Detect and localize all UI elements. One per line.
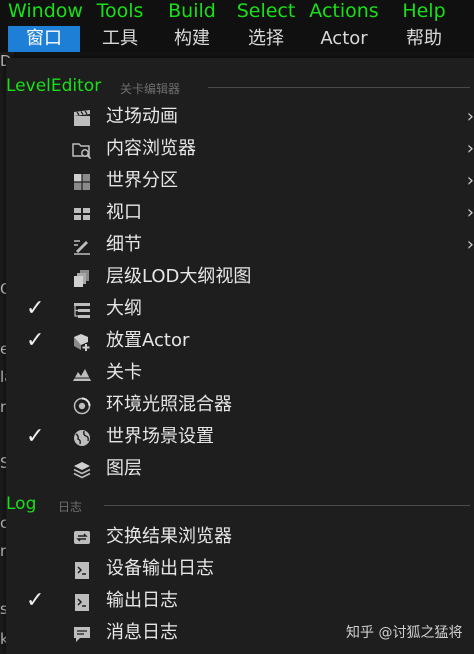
menu-item-outliner[interactable]: ✓ 大纲	[6, 294, 474, 325]
menu-item-label: 设备输出日志	[106, 558, 214, 579]
menu-item-label: 世界场景设置	[106, 426, 214, 447]
menu-item-label: 过场动画	[106, 106, 178, 127]
menu-item-label: 环境光照混合器	[106, 394, 232, 415]
menu-help-label-en: Help	[402, 0, 446, 22]
menu-item-label: 关卡	[106, 362, 142, 383]
interchange-icon	[74, 531, 90, 544]
menu-actions[interactable]: Actions Actor	[306, 0, 382, 52]
checkmark-icon: ✓	[26, 296, 45, 321]
viewport-icon	[74, 208, 90, 220]
checkmark-icon: ✓	[26, 328, 45, 353]
message-log-icon	[74, 627, 90, 642]
menu-item-label: 世界分区	[106, 170, 178, 191]
menu-item-levels[interactable]: 关卡	[6, 358, 474, 389]
menu-tools[interactable]: Tools 工具	[88, 0, 152, 52]
menu-select[interactable]: Select 选择	[232, 0, 300, 52]
layers-icon	[73, 462, 91, 479]
section-log: Log 日志	[6, 490, 474, 520]
menu-window[interactable]: Window 窗口	[8, 0, 83, 52]
menu-item-layers[interactable]: 图层	[6, 454, 474, 485]
menu-item-label: 放置Actor	[106, 330, 190, 351]
menu-build-label-en: Build	[168, 0, 216, 22]
menu-actions-label-en: Actions	[309, 0, 379, 22]
watermark: 知乎 @讨狐之猛将	[346, 625, 463, 641]
section-log-title: Log	[6, 494, 37, 514]
menu-build-label-cn: 构建	[174, 28, 210, 49]
place-actor-icon	[74, 334, 90, 351]
menu-window-label-en: Window	[8, 0, 83, 22]
clapperboard-icon	[74, 110, 90, 126]
menu-item-content-browser[interactable]: 内容浏览器 ›	[6, 134, 474, 165]
device-log-icon	[75, 562, 89, 579]
menu-item-label: 细节	[106, 234, 142, 255]
checkmark-icon: ✓	[26, 424, 45, 449]
world-settings-icon	[74, 430, 90, 446]
menu-item-label: 视口	[106, 202, 142, 223]
window-menu-dropdown: LevelEditor 关卡编辑器 过场动画 › 内容浏览器 › 世界分区 › …	[6, 58, 474, 654]
details-icon	[74, 240, 90, 255]
section-level-editor: LevelEditor 关卡编辑器	[6, 72, 474, 102]
world-partition-icon	[74, 174, 90, 190]
menu-item-hlod-outliner[interactable]: 层级LOD大纲视图	[6, 262, 474, 293]
menu-item-viewports[interactable]: 视口 ›	[6, 198, 474, 229]
section-level-editor-subtitle: 关卡编辑器	[120, 82, 181, 96]
section-log-subtitle: 日志	[58, 500, 83, 514]
menu-select-label-cn: 选择	[248, 28, 284, 49]
menu-tools-label-cn: 工具	[102, 28, 138, 49]
output-log-icon	[75, 594, 89, 611]
menu-help[interactable]: Help 帮助	[392, 0, 456, 52]
menu-item-label: 内容浏览器	[106, 138, 196, 159]
menu-select-label-en: Select	[236, 0, 296, 22]
submenu-arrow-icon: ›	[466, 234, 474, 255]
menu-item-label: 大纲	[106, 298, 142, 319]
submenu-arrow-icon: ›	[466, 106, 474, 127]
menu-item-env-light-mixer[interactable]: 环境光照混合器	[6, 390, 474, 421]
env-light-mixer-icon	[73, 397, 91, 415]
menu-item-label: 输出日志	[106, 590, 178, 611]
submenu-arrow-icon: ›	[466, 138, 474, 159]
menu-item-output-log[interactable]: ✓ 输出日志	[6, 586, 474, 617]
menu-item-world-settings[interactable]: ✓ 世界场景设置	[6, 422, 474, 453]
menu-item-details[interactable]: 细节 ›	[6, 230, 474, 261]
menu-window-label-cn: 窗口	[8, 26, 80, 52]
menu-tools-label-en: Tools	[96, 0, 144, 22]
levels-icon	[73, 369, 91, 381]
menu-help-label-cn: 帮助	[406, 28, 442, 49]
submenu-arrow-icon: ›	[466, 202, 474, 223]
menu-item-interchange-browser[interactable]: 交换结果浏览器	[6, 522, 474, 553]
menu-item-label: 交换结果浏览器	[106, 526, 232, 547]
menu-bar: Window 窗口 Tools 工具 Build 构建 Select 选择 Ac…	[0, 0, 474, 52]
folder-search-icon	[72, 143, 92, 160]
menu-item-label: 层级LOD大纲视图	[106, 266, 252, 287]
menu-item-place-actors[interactable]: ✓ 放置Actor	[6, 326, 474, 357]
menu-item-cinematics[interactable]: 过场动画 ›	[6, 102, 474, 133]
hlod-outliner-icon	[74, 270, 89, 287]
menu-item-world-partition[interactable]: 世界分区 ›	[6, 166, 474, 197]
menu-actions-label-cn: Actor	[320, 28, 368, 49]
section-divider	[104, 505, 470, 506]
checkmark-icon: ✓	[26, 588, 45, 613]
section-divider	[208, 87, 470, 88]
menu-build[interactable]: Build 构建	[160, 0, 224, 52]
outliner-icon	[74, 303, 90, 318]
menu-item-device-output-log[interactable]: 设备输出日志	[6, 554, 474, 585]
menu-item-label: 消息日志	[106, 622, 178, 643]
menu-item-label: 图层	[106, 458, 142, 479]
submenu-arrow-icon: ›	[466, 170, 474, 191]
section-level-editor-title: LevelEditor	[6, 76, 102, 96]
